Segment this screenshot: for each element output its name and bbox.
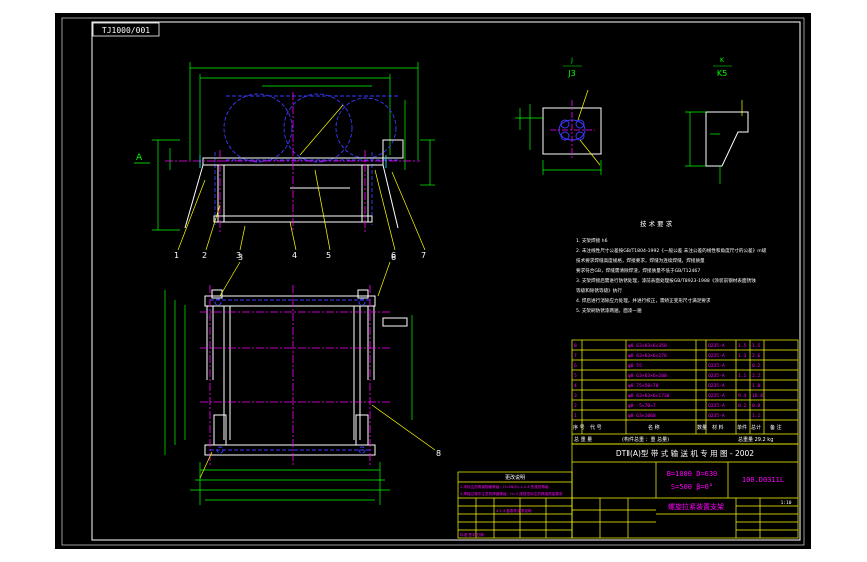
drawing-number-text: TJ1000/001 xyxy=(102,26,150,35)
tech-note-line-2: 2. 未注线性尺寸公差按GB/T1804-1992《一般公差 未注公差的线性和角… xyxy=(576,247,767,254)
bom-row-no: 4 xyxy=(574,383,577,389)
bom-row-name: φ8 -5×70×7 xyxy=(628,403,656,409)
title-params-1: B=1000 D=630 xyxy=(667,470,718,478)
bom-total-weight: 总重量 29.2 kg xyxy=(738,436,773,443)
view-marker: A xyxy=(136,153,143,163)
bom-row-name: φ8 63×63×6×1730 xyxy=(628,393,670,399)
bom-row-w1: 9.4 xyxy=(738,393,747,399)
tech-note-line-4: 要求符合GB，焊缝需清除焊渣，焊接质量不低于GB/T12467 xyxy=(576,267,700,274)
bom-row-mat: Q235-A xyxy=(708,403,725,409)
bom-row-name: φ8 63×63×6×200 xyxy=(628,373,667,379)
bom-row-w2: 1.1 xyxy=(752,413,761,419)
bom-row-mat: Q235-A xyxy=(708,343,725,349)
bom-row-mat: Q235-A xyxy=(708,393,725,399)
bom-total-label: 总 重 量 xyxy=(574,436,592,443)
plan-balloon-3: 3 xyxy=(238,253,243,262)
bom-row-no: 6 xyxy=(574,363,577,369)
tech-note-line-1: 1. 支架焊接 h6 xyxy=(576,237,608,244)
bom-row-no: 2 xyxy=(574,403,577,409)
bom-row-w2: 0.2 xyxy=(752,363,761,369)
bom-row-no: 3 xyxy=(574,393,577,399)
bom-row-mat: Q235-A xyxy=(708,383,725,389)
bom-row-no: 7 xyxy=(574,353,577,359)
bom-header-qty: 数量 xyxy=(697,424,707,431)
balloon-4: 4 xyxy=(292,251,297,260)
bom-row-w2: 0.8 xyxy=(752,403,761,409)
plan-balloon-8: 8 xyxy=(436,449,441,458)
balloon-1: 1 xyxy=(174,251,179,260)
title-main: DTⅡ(A)型 带 式 输 送 机 专 用 图 - 2002 xyxy=(616,448,754,458)
balloon-7: 7 xyxy=(421,251,426,260)
revision-title: 更改说明 xyxy=(505,474,525,481)
bom-header-mat: 材 料 xyxy=(712,424,724,431)
bom-header-code: 代 号 xyxy=(590,424,602,431)
bom-row-name: φ8 63×63×6×350 xyxy=(628,343,667,349)
balloon-5: 5 xyxy=(326,251,331,260)
section-j-title: J3 xyxy=(567,69,575,78)
bom-row-w1: 0.2 xyxy=(738,403,747,409)
revision-line-3: 4.1.3 各零件涂漆说明 xyxy=(496,508,532,513)
bom-row-name: φ8 75×50×70 xyxy=(628,383,659,389)
bom-row-w1: 1.1 xyxy=(738,373,747,379)
bom-row-w2: 1.5 xyxy=(752,343,761,349)
bom-row-w2: 1.0 xyxy=(752,383,761,389)
cad-drawing-canvas[interactable]: TJ1000/001 A 1 2 3 4 5 6 7 3 6 8 J J3 K … xyxy=(0,0,867,562)
title-drawing-no: 100.D0311L xyxy=(742,476,784,484)
bom-row-no: 1 xyxy=(574,413,577,419)
tech-note-line-7: 4. 焊后进行消除应力处理，并进行校正，需矫正变形尺寸满足要求 xyxy=(576,297,711,304)
title-params-2: S=500 β=0° xyxy=(671,483,713,491)
bom-row-mat: Q235-A xyxy=(708,413,725,419)
bom-row-w1: 1.3 xyxy=(738,353,747,359)
section-k-title: K5 xyxy=(717,69,727,78)
plan-balloon-6: 6 xyxy=(391,253,396,262)
cad-drawing-viewer: TJ1000/001 A 1 2 3 4 5 6 7 3 6 8 J J3 K … xyxy=(0,0,867,562)
bom-row-no: 5 xyxy=(574,373,577,379)
bom-row-mat: Q235-A xyxy=(708,373,725,379)
tech-note-line-5: 3. 支架焊接后需进行防锈处理，漆前表面处理按GB/T8923-1988《涂装前… xyxy=(576,277,756,284)
balloon-2: 2 xyxy=(202,251,207,260)
bom-total-desc: (构件总重 ：重 总量) xyxy=(622,436,669,443)
revision-line-4: 标准 签字 日期 xyxy=(460,532,484,537)
bom-row-w2: 2.2 xyxy=(752,373,761,379)
bom-header-unit: 单件 xyxy=(737,424,747,431)
bom-row-name: φ8 63×63×6×270 xyxy=(628,353,667,359)
bom-header-total: 总计 xyxy=(751,424,761,431)
bom-header-name: 名 称 xyxy=(648,424,660,431)
tech-notes-title: 技 术 要 求 xyxy=(640,219,673,228)
bom-header-remark: 备 注 xyxy=(770,424,782,431)
bom-row-mat: Q235-A xyxy=(708,363,725,369)
bom-row-w1: 1.5 xyxy=(738,343,747,349)
revision-line-2: 3.焊接过程中注意的焊缝等级，H=2 按规范标注的焊缝质量要求 xyxy=(460,491,563,496)
bom-row-w2: 2.6 xyxy=(752,353,761,359)
bom-row-name: φ8 63×1060 xyxy=(628,413,656,419)
revision-line-1: 2.未标注的角钢规格等级：H=2B(H)-1-2.4 的规范等级 xyxy=(460,484,549,489)
bom-row-name: φ8 55 xyxy=(628,363,642,369)
bom-header-no: 序 号 xyxy=(573,424,585,431)
tech-note-line-6: 等级和除锈等级》执行 xyxy=(576,287,622,294)
bom-row-no: 8 xyxy=(574,343,577,349)
title-scale: 1:10 xyxy=(781,500,792,506)
bom-row-w2: 18.8 xyxy=(752,393,763,399)
tech-note-line-3: 技术要求焊缝高度规格，焊接要求，焊缝为连续焊缝，焊接质量 xyxy=(576,257,705,264)
tech-note-line-8: 5. 支架刷防锈漆两遍，面漆一遍 xyxy=(576,307,642,314)
section-j-letter: J xyxy=(570,57,573,64)
bom-row-mat: Q235-A xyxy=(708,353,725,359)
title-part-name: 螺旋拉紧装置支架 xyxy=(668,502,724,511)
